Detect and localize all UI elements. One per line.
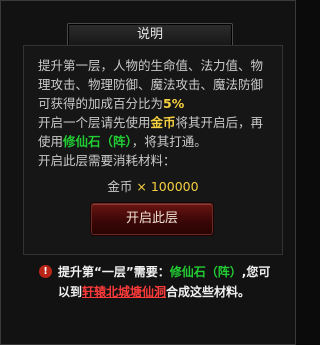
step-text-c: ，将其打通。 [131,134,207,149]
notice-part-2: ,您可 [241,265,271,279]
notice-line-1: ! 提升第“一层”需要：修仙石（阵）,您可 [36,262,286,282]
location-link[interactable]: 轩辕北城塘仙洞 [82,285,166,299]
notice-part-1: 提升第“一层”需要： [58,265,170,279]
description-box: 提升第一层，人物的生命值、法力值、物理攻击、物理防御、魔法攻击、魔法防御可获得的… [23,45,283,255]
stone-keyword: 修仙石（阵） [63,134,132,149]
description-text: 提升第一层，人物的生命值、法力值、物理攻击、物理防御、魔法攻击、魔法防御可获得的… [38,56,272,170]
step-text-a: 开启一个层请先使用 [38,115,151,130]
cost-label: 金币 [107,179,133,194]
warning-icon: ! [39,265,52,278]
notice-part-4: 合成这些材料。 [166,285,251,299]
requirement-notice: ! 提升第“一层”需要：修仙石（阵）,您可 以到轩辕北城塘仙洞合成这些材料。 [36,262,286,302]
description-paragraph-2: 开启一个层请先使用金币将其开启后，再使用修仙石（阵），将其打通。 [38,113,272,151]
bonus-percent: 5% [163,96,185,111]
cost-line: 金币 × 100000 [24,176,282,195]
explanation-dialog: 说明 提升第一层，人物的生命值、法力值、物理攻击、物理防御、魔法攻击、魔法防御可… [0,0,296,345]
dialog-title: 说明 [136,27,163,42]
required-item: 修仙石（阵） [169,265,242,279]
cost-amount: × 100000 [136,179,199,194]
bonus-description: 提升第一层，人物的生命值、法力值、物理攻击、物理防御、魔法攻击、魔法防御可获得的… [38,58,264,111]
notice-line-2: 以到轩辕北城塘仙洞合成这些材料。 [36,282,286,302]
description-paragraph-1: 提升第一层，人物的生命值、法力值、物理攻击、物理防御、魔法攻击、魔法防御可获得的… [38,56,272,113]
description-paragraph-3: 开启此层需要消耗材料： [38,153,176,168]
notice-part-3: 以到 [58,285,83,299]
gold-keyword: 金币 [150,115,176,130]
open-layer-button[interactable]: 开启此层 [91,203,213,235]
dialog-title-bar: 说明 [67,23,233,47]
